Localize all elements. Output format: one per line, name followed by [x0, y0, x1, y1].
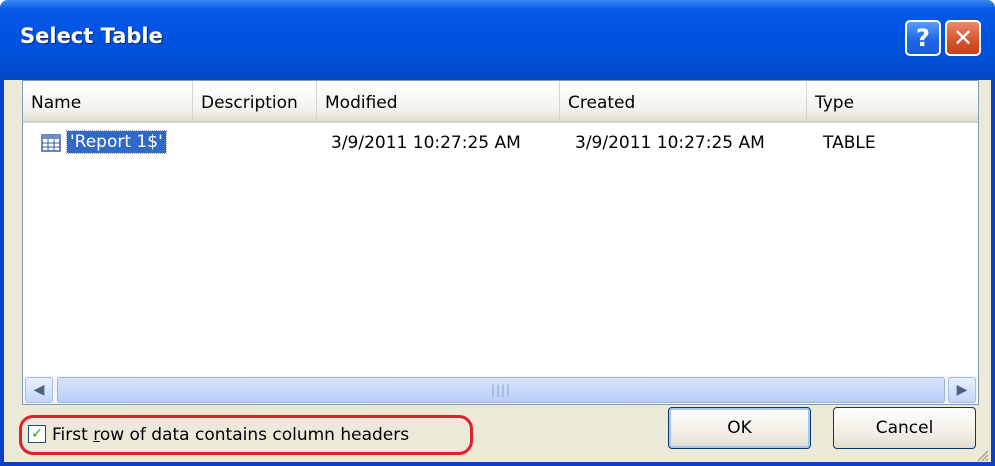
row-name[interactable]: 'Report 1$': [66, 130, 167, 154]
help-icon: ?: [916, 24, 930, 52]
close-button[interactable]: ✕: [945, 20, 981, 56]
label-part: First: [52, 425, 94, 445]
first-row-headers-checkbox[interactable]: ✓: [28, 425, 46, 443]
column-header-modified[interactable]: Modified: [317, 81, 560, 121]
column-header-description[interactable]: Description: [193, 81, 317, 121]
first-row-headers-label[interactable]: First row of data contains column header…: [52, 422, 409, 448]
label-accelerator: r: [93, 425, 100, 445]
cancel-button[interactable]: Cancel: [833, 407, 976, 449]
label-part: ow of data contains column headers: [99, 425, 410, 445]
row-modified: 3/9/2011 10:27:25 AM: [331, 133, 521, 153]
column-header-name[interactable]: Name: [23, 81, 193, 121]
table-list[interactable]: Name Description Modified Created Type '…: [22, 80, 979, 405]
title-bar[interactable]: Select Table ? ✕: [0, 0, 995, 80]
chevron-right-icon: ▶: [956, 382, 968, 398]
close-icon: ✕: [952, 24, 974, 52]
scrollbar-thumb[interactable]: ||||: [57, 377, 945, 403]
resize-grip-icon[interactable]: [975, 448, 989, 462]
column-header-created[interactable]: Created: [560, 81, 807, 121]
table-row[interactable]: 'Report 1$': [66, 130, 167, 154]
table-icon: [41, 134, 61, 152]
scroll-left-button[interactable]: ◀: [25, 377, 53, 403]
grip-icon: ||||: [490, 383, 512, 397]
dialog-title: Select Table: [20, 24, 163, 48]
list-header: Name Description Modified Created Type: [23, 81, 978, 123]
scroll-right-button[interactable]: ▶: [948, 377, 976, 403]
column-header-type[interactable]: Type: [807, 81, 980, 121]
help-button[interactable]: ?: [905, 20, 941, 56]
checkmark-icon: ✓: [31, 426, 43, 442]
ok-button[interactable]: OK: [668, 407, 811, 449]
row-created: 3/9/2011 10:27:25 AM: [575, 133, 765, 153]
row-type: TABLE: [823, 133, 876, 153]
horizontal-scrollbar[interactable]: ◀ |||| ▶: [23, 376, 978, 404]
chevron-left-icon: ◀: [33, 382, 45, 398]
